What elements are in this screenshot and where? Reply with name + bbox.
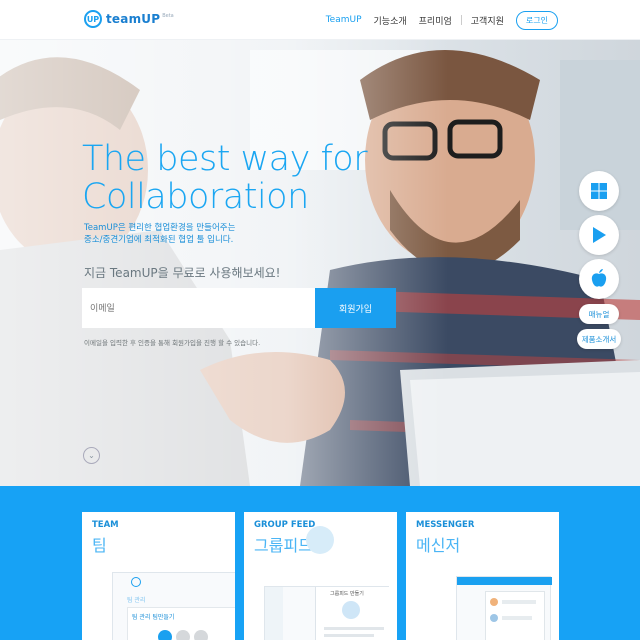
hero-section: The best way for Collaboration TeamUP은 편… [0,40,640,486]
avatar [490,598,498,606]
hero-photo [0,40,640,486]
headline-line-1: The best way for [82,139,368,179]
screenshot-line [324,627,384,630]
hero-headline: The best way for Collaboration [82,139,368,217]
nav-divider [460,15,462,25]
card-title-ko: 메신저 [416,536,461,555]
main-nav: TeamUP 기능소개 프리미엄 고객지원 로그인 [320,0,640,40]
card-title-ko: 팀 [92,536,107,555]
screenshot-line [502,600,536,604]
top-header: UP teamUP Beta TeamUP 기능소개 프리미엄 고객지원 로그인 [0,0,640,40]
screenshot-label: 팀 관리 [127,597,146,604]
screenshot-titlebar [457,577,552,585]
avatar [194,630,208,640]
card-title-en: MESSENGER [416,520,475,530]
avatar [158,630,172,640]
signup-button[interactable]: 회원가입 [315,288,396,328]
group-feed-screenshot: 그룹피드 만들기 [264,586,390,640]
windows-icon[interactable] [579,171,619,211]
screenshot-chat [485,591,545,640]
screenshot-line [324,634,374,637]
page: UP teamUP Beta TeamUP 기능소개 프리미엄 고객지원 로그인 [0,0,640,640]
avatar [176,630,190,640]
try-free-prompt: 지금 TeamUP을 무료로 사용해보세요! [84,266,281,280]
card-title-ko: 그룹피드 [254,536,313,555]
card-title-en: GROUP FEED [254,520,316,530]
teamup-logo[interactable]: UP teamUP Beta [84,10,174,28]
screenshot-dialog: 그룹피드 만들기 [315,587,390,640]
nav-teamup[interactable]: TeamUP [320,15,368,25]
google-play-icon[interactable] [579,215,619,255]
nav-features[interactable]: 기능소개 [368,14,413,27]
features-section: TEAM 팀 팀 관리 팀 관리 팀만들기 GROUP FEED 그룹피드 그룹… [0,486,640,640]
messenger-screenshot [456,576,552,640]
headline-line-2: Collaboration [82,177,309,217]
feed-bubble-icon [306,526,334,554]
screenshot-panel: 팀 관리 팀만들기 [127,607,235,640]
description-line-1: TeamUP은 편리한 협업환경을 만들어주는 [84,223,236,233]
description-line-2: 중소/중견기업에 최적화된 협업 툴 입니다. [84,235,234,245]
product-brochure-button[interactable]: 제품소개서 [577,329,621,349]
signup-notice: 이메일을 입력한 후 인증을 통해 회원가입을 진행 할 수 있습니다. [84,339,261,347]
screenshot-sidebar [265,587,283,640]
beta-badge: Beta [162,13,174,19]
screenshot-logo-icon [131,577,141,587]
feature-card-messenger[interactable]: MESSENGER 메신저 [406,512,559,640]
logo-text: teamUP [106,12,161,26]
hero-description: TeamUP은 편리한 협업환경을 만들어주는 중소/중견기업에 최적화된 협업… [84,222,235,246]
screenshot-panel-label: 팀 관리 팀만들기 [132,614,175,621]
feature-card-team[interactable]: TEAM 팀 팀 관리 팀 관리 팀만들기 [82,512,235,640]
screenshot-dialog-title: 그룹피드 만들기 [330,591,364,597]
login-button[interactable]: 로그인 [515,10,558,30]
email-input[interactable] [82,288,316,328]
scroll-down-icon[interactable]: ⌄ [83,447,100,464]
nav-premium[interactable]: 프리미엄 [413,14,458,27]
manual-button[interactable]: 매뉴얼 [579,304,619,324]
nav-support[interactable]: 고객지원 [465,14,510,27]
team-screenshot: 팀 관리 팀 관리 팀만들기 [112,572,235,640]
avatar [342,601,360,619]
avatar [490,614,498,622]
feature-card-group-feed[interactable]: GROUP FEED 그룹피드 그룹피드 만들기 [244,512,397,640]
screenshot-line [502,616,532,620]
apple-icon[interactable] [579,259,619,299]
logo-mark-icon: UP [84,10,102,28]
card-title-en: TEAM [92,520,119,530]
